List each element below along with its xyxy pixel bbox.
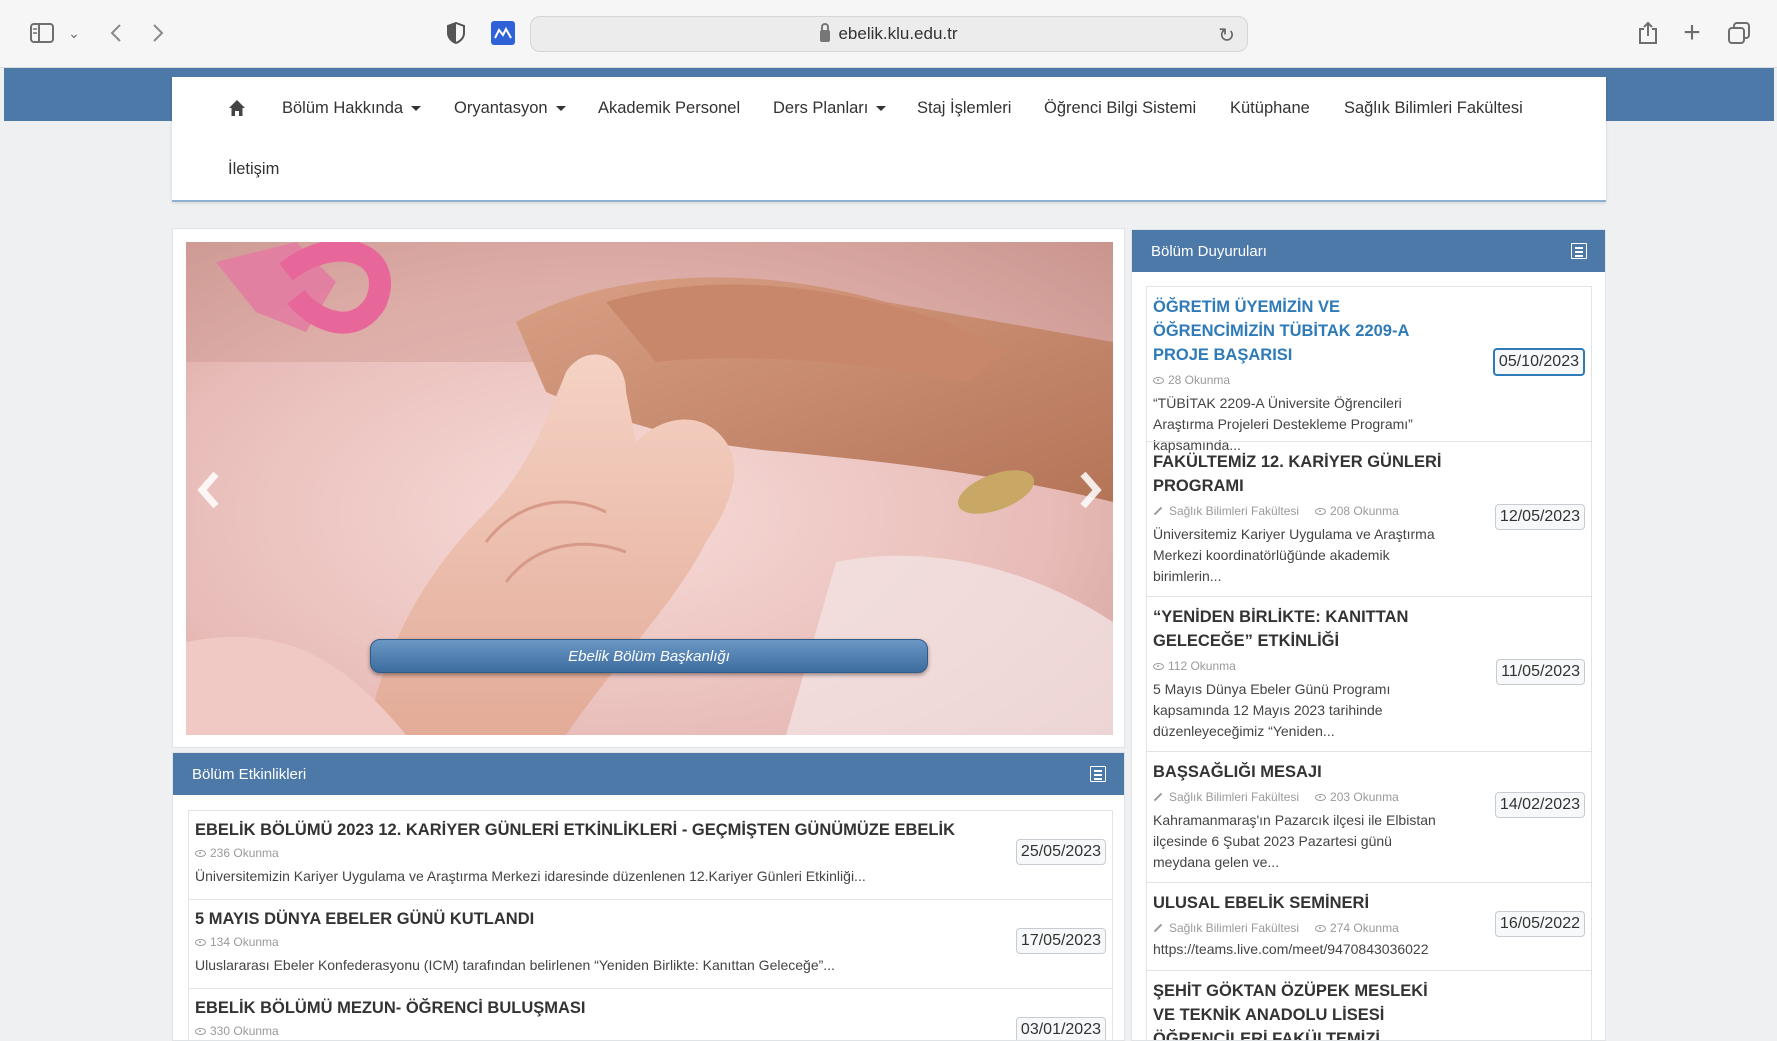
announcement-summary: Üniversitemiz Kariyer Uygulama ve Araştı… [1153, 526, 1435, 584]
eye-icon [195, 938, 206, 946]
privacy-shield-icon[interactable] [444, 17, 468, 49]
announcements-panel: Bölüm Duyuruları ÖĞRETİM ÜYEMİZİN VE ÖĞR… [1131, 229, 1606, 1041]
events-panel: Bölüm Etkinlikleri EBELİK BÖLÜMÜ 2023 12… [172, 752, 1125, 1041]
announcement-date: 16/05/2022 [1494, 911, 1585, 937]
extension-icon[interactable] [490, 17, 516, 49]
list-icon[interactable] [1090, 766, 1106, 782]
nav-item-ogrenci-bilgi-sistemi[interactable]: Öğrenci Bilgi Sistemi [1044, 99, 1196, 118]
back-icon[interactable] [104, 17, 128, 49]
eye-icon [195, 1027, 206, 1035]
nav-item-akademik-personel[interactable]: Akademik Personel [598, 99, 740, 118]
event-summary: Uluslararası Ebeler Konfederasyonu (ICM)… [195, 957, 835, 973]
announcement-title[interactable]: BAŞSAĞLIĞI MESAJI [1153, 760, 1451, 784]
announcement-meta: 112 Okunma [1153, 659, 1451, 673]
pin-icon [1153, 923, 1163, 933]
announcements-header: Bölüm Duyuruları [1132, 230, 1605, 272]
nav-item-iletisim[interactable]: İletişim [228, 160, 279, 179]
announcement-meta: 28 Okunma [1153, 373, 1451, 387]
announcement-item[interactable]: ÖĞRETİM ÜYEMİZİN VE ÖĞRENCİMİZİN TÜBİTAK… [1146, 286, 1592, 453]
event-meta: 236 Okunma [195, 846, 1106, 860]
announcement-summary: Kahramanmaraş'ın Pazarcık ilçesi ile Elb… [1153, 812, 1436, 870]
chevron-down-icon[interactable]: ⌄ [64, 17, 84, 49]
share-icon[interactable] [1636, 17, 1660, 49]
new-tab-icon[interactable]: + [1680, 16, 1704, 49]
announcement-title[interactable]: “YENİDEN BİRLİKTE: KANITTAN GELECEĞE” ET… [1153, 605, 1451, 653]
event-title[interactable]: EBELİK BÖLÜMÜ MEZUN- ÖĞRENCİ BULUŞMASI [195, 999, 1106, 1018]
nav-item-staj-islemleri[interactable]: Staj İşlemleri [917, 99, 1011, 118]
announcement-meta: Sağlık Bilimleri Fakültesi 203 Okunma [1153, 790, 1451, 804]
event-item[interactable]: 5 MAYIS DÜNYA EBELER GÜNÜ KUTLANDI 134 O… [188, 899, 1113, 988]
home-icon[interactable] [228, 99, 246, 117]
slide-image: Ebelik Bölüm Başkanlığı [186, 242, 1113, 735]
announcement-date: 14/02/2023 [1494, 792, 1585, 818]
event-date: 03/01/2023 [1015, 1017, 1106, 1040]
nav-item-bolum-hakkinda[interactable]: Bölüm Hakkında [282, 99, 422, 118]
nav-item-oryantasyon[interactable]: Oryantasyon [454, 99, 566, 118]
slider-prev-arrow-icon[interactable] [194, 470, 224, 510]
pin-icon [1153, 792, 1163, 802]
event-date: 25/05/2023 [1015, 839, 1106, 865]
lock-icon [820, 23, 831, 42]
slide-caption[interactable]: Ebelik Bölüm Başkanlığı [370, 639, 928, 673]
eye-icon [1315, 507, 1327, 515]
announcements-title: Bölüm Duyuruları [1151, 242, 1267, 260]
announcement-summary: https://teams.live.com/meet/947084303602… [1153, 941, 1429, 957]
announcement-title[interactable]: ÖĞRETİM ÜYEMİZİN VE ÖĞRENCİMİZİN TÜBİTAK… [1153, 295, 1451, 367]
event-meta: 134 Okunma [195, 935, 1106, 949]
announcement-item[interactable]: ŞEHİT GÖKTAN ÖZÜPEK MESLEKİ VE TEKNİK AN… [1146, 970, 1592, 1040]
events-title: Bölüm Etkinlikleri [192, 765, 307, 783]
caret-down-icon [411, 106, 422, 112]
announcement-date: 05/10/2023 [1492, 348, 1585, 376]
event-date: 17/05/2023 [1015, 928, 1106, 954]
announcement-meta: Sağlık Bilimleri Fakültesi 208 Okunma [1153, 504, 1451, 518]
caret-down-icon [555, 106, 566, 112]
announcement-item[interactable]: FAKÜLTEMİZ 12. KARİYER GÜNLERİ PROGRAMI … [1146, 441, 1592, 596]
eye-icon [1315, 924, 1327, 932]
announcement-item[interactable]: “YENİDEN BİRLİKTE: KANITTAN GELECEĞE” ET… [1146, 596, 1592, 751]
eye-icon [1153, 662, 1164, 670]
event-summary: Üniversitemizin Kariyer Uygulama ve Araş… [195, 868, 866, 884]
announcement-title[interactable]: FAKÜLTEMİZ 12. KARİYER GÜNLERİ PROGRAMI [1153, 450, 1451, 498]
event-title[interactable]: 5 MAYIS DÜNYA EBELER GÜNÜ KUTLANDI [195, 910, 1106, 929]
announcement-date: 11/05/2023 [1496, 659, 1585, 685]
events-header: Bölüm Etkinlikleri [173, 753, 1124, 795]
slider-next-arrow-icon[interactable] [1075, 470, 1105, 510]
pin-icon [1153, 506, 1163, 516]
browser-toolbar: ⌄ ebelik.klu.edu.tr ↻ + [0, 0, 1777, 68]
nav-item-saglik-bilimleri-fakultesi[interactable]: Sağlık Bilimleri Fakültesi [1344, 99, 1523, 118]
image-slider: Ebelik Bölüm Başkanlığı [172, 228, 1125, 748]
event-meta: 330 Okunma [195, 1024, 1106, 1038]
caret-down-icon [876, 106, 887, 112]
sidebar-toggle-icon[interactable] [28, 17, 56, 49]
announcement-summary: 5 Mayıs Dünya Ebeler Günü Programı kapsa… [1153, 681, 1391, 739]
nav-item-ders-planlari[interactable]: Ders Planları [773, 99, 887, 118]
event-item[interactable]: EBELİK BÖLÜMÜ MEZUN- ÖĞRENCİ BULUŞMASI 3… [188, 988, 1113, 1040]
address-bar[interactable]: ebelik.klu.edu.tr ↻ [530, 16, 1248, 52]
forward-icon[interactable] [146, 17, 170, 49]
event-title[interactable]: EBELİK BÖLÜMÜ 2023 12. KARİYER GÜNLERİ E… [195, 821, 1106, 840]
eye-icon [1153, 376, 1164, 384]
announcement-item[interactable]: ULUSAL EBELİK SEMİNERİ Sağlık Bilimleri … [1146, 882, 1592, 970]
events-list: EBELİK BÖLÜMÜ 2023 12. KARİYER GÜNLERİ E… [188, 810, 1113, 1040]
eye-icon [195, 849, 206, 857]
url-text: ebelik.klu.edu.tr [838, 24, 958, 43]
event-item[interactable]: EBELİK BÖLÜMÜ 2023 12. KARİYER GÜNLERİ E… [188, 810, 1113, 899]
list-icon[interactable] [1571, 243, 1587, 259]
announcement-date: 12/05/2023 [1494, 504, 1585, 530]
eye-icon [1315, 793, 1327, 801]
announcements-list: ÖĞRETİM ÜYEMİZİN VE ÖĞRENCİMİZİN TÜBİTAK… [1146, 286, 1592, 1040]
nav-item-kutuphane[interactable]: Kütüphane [1230, 99, 1310, 118]
tabs-overview-icon[interactable] [1726, 17, 1752, 49]
reload-icon[interactable]: ↻ [1218, 23, 1235, 48]
main-nav: Bölüm Hakkında Oryantasyon Akademik Pers… [172, 77, 1606, 202]
announcement-item[interactable]: BAŞSAĞLIĞI MESAJI Sağlık Bilimleri Fakül… [1146, 751, 1592, 882]
announcement-title[interactable]: ŞEHİT GÖKTAN ÖZÜPEK MESLEKİ VE TEKNİK AN… [1153, 979, 1451, 1040]
